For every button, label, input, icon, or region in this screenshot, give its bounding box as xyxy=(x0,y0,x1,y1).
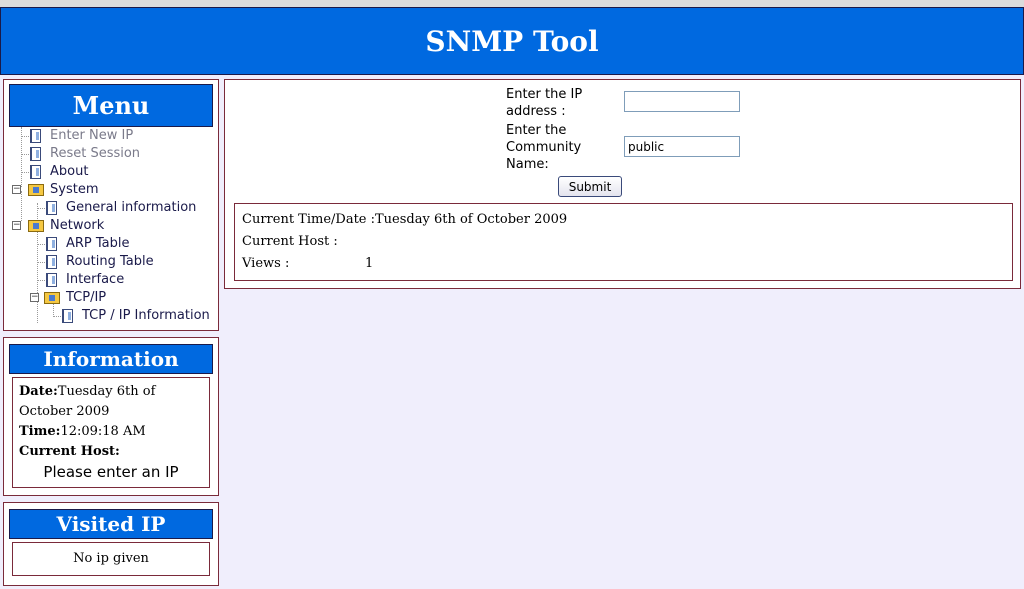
visited-ip-list: No ip given xyxy=(12,542,210,576)
community-label-line: Community xyxy=(506,140,582,155)
menu-panel: Menu Enter New IP Reset Session About − xyxy=(3,79,219,331)
menu-item-label: Interface xyxy=(66,272,125,287)
document-icon xyxy=(62,309,73,323)
information-panel: Information Date:Tuesday 6th of October … xyxy=(3,337,219,496)
community-label-line: Enter the xyxy=(506,123,567,138)
community-name-input[interactable] xyxy=(624,136,740,157)
info-date-label: Date: xyxy=(19,384,58,399)
information-title: Information xyxy=(9,344,213,374)
community-name-label: Enter the Community Name: xyxy=(506,122,581,173)
info-time-value: 12:09:18 AM xyxy=(60,424,146,439)
visited-ip-title: Visited IP xyxy=(9,509,213,539)
document-icon xyxy=(30,129,41,143)
menu-title: Menu xyxy=(9,84,213,127)
ip-address-label: Enter the IP address : xyxy=(506,86,582,120)
status-host-label: Current Host : xyxy=(242,234,338,249)
status-time-label: Current Time/Date : xyxy=(242,212,376,227)
info-time: Time:12:09:18 AM xyxy=(19,422,203,442)
info-host-prompt: Please enter an IP xyxy=(43,463,179,481)
collapse-network-toggle[interactable]: − xyxy=(12,221,21,230)
menu-item-label: Enter New IP xyxy=(50,128,134,143)
ip-address-label-line: Enter the IP xyxy=(506,87,583,102)
document-icon xyxy=(46,201,57,215)
status-views-value: 1 xyxy=(365,256,374,271)
status-views-row: Views : xyxy=(242,254,289,274)
page-header: SNMP Tool xyxy=(0,7,1024,75)
document-icon xyxy=(46,255,57,269)
menu-item-label: System xyxy=(50,182,99,197)
menu-item-label: ARP Table xyxy=(66,236,130,251)
page-title: SNMP Tool xyxy=(425,24,599,58)
menu-item-label: TCP / IP Information xyxy=(82,308,210,323)
document-icon xyxy=(46,273,57,287)
info-host: Current Host: xyxy=(19,442,203,462)
status-time-value: Tuesday 6th of October 2009 xyxy=(375,212,568,227)
info-time-label: Time: xyxy=(19,424,61,439)
information-box: Date:Tuesday 6th of October 2009 Time:12… xyxy=(12,377,210,488)
folder-open-icon xyxy=(28,184,44,196)
menu-item-label: TCP/IP xyxy=(66,290,107,305)
main-content-panel: Enter the IP address : Enter the Communi… xyxy=(224,79,1021,289)
collapse-system-toggle[interactable]: − xyxy=(12,185,21,194)
menu-item-label: General information xyxy=(66,200,197,215)
folder-open-icon xyxy=(44,292,60,304)
status-views-label: Views : xyxy=(242,256,290,271)
ip-address-input[interactable] xyxy=(624,91,740,112)
folder-open-icon xyxy=(28,220,44,232)
status-box: Current Time/Date :Tuesday 6th of Octobe… xyxy=(234,203,1013,281)
info-date: Date:Tuesday 6th of October 2009 xyxy=(19,382,203,422)
collapse-tcpip-toggle[interactable]: − xyxy=(30,293,39,302)
ip-address-label-line: address : xyxy=(506,104,566,119)
community-label-line: Name: xyxy=(506,157,549,172)
document-icon xyxy=(46,237,57,251)
submit-button[interactable]: Submit xyxy=(558,176,622,197)
document-icon xyxy=(30,165,41,179)
status-time-row: Current Time/Date :Tuesday 6th of Octobe… xyxy=(242,210,567,230)
window-top-strip xyxy=(0,0,1024,7)
document-icon xyxy=(30,147,41,161)
menu-item-label: About xyxy=(50,164,89,179)
info-host-label: Current Host: xyxy=(19,444,120,459)
status-host-row: Current Host : xyxy=(242,232,338,252)
menu-item-label: Routing Table xyxy=(66,254,154,269)
menu-item-label: Network xyxy=(50,218,105,233)
visited-ip-panel: Visited IP No ip given xyxy=(3,502,219,586)
tree-line xyxy=(21,191,22,221)
menu-item-label: Reset Session xyxy=(50,146,141,161)
